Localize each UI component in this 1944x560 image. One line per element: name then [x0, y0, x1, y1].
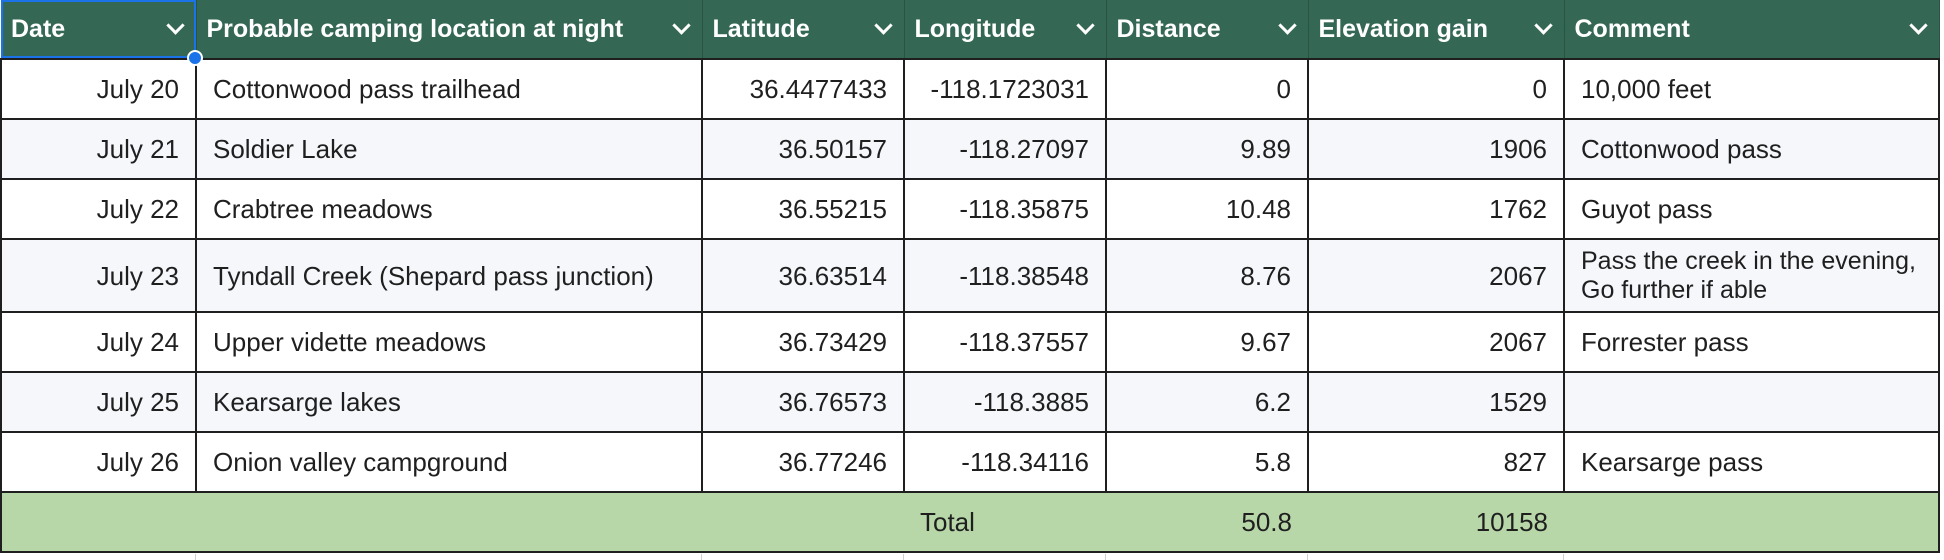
header-date[interactable]: Date: [1, 0, 197, 60]
table-row: July 20 Cottonwood pass trailhead 36.447…: [0, 58, 1940, 120]
gridline: [1105, 554, 1106, 560]
cell-comment[interactable]: Cottonwood pass: [1563, 118, 1940, 180]
chevron-down-icon[interactable]: [671, 16, 691, 35]
cell-location[interactable]: Kearsarge lakes: [195, 371, 703, 433]
cell-comment[interactable]: Guyot pass: [1563, 178, 1940, 240]
cell-comment[interactable]: Forrester pass: [1563, 311, 1940, 373]
cell-longitude[interactable]: -118.1723031: [903, 58, 1107, 120]
header-label: Elevation gain: [1318, 14, 1488, 43]
cell-empty[interactable]: [702, 491, 904, 553]
header-label: Longitude: [914, 14, 1036, 43]
cell-distance[interactable]: 10.48: [1105, 178, 1309, 240]
header-label: Distance: [1116, 14, 1221, 43]
cell-comment[interactable]: 10,000 feet: [1563, 58, 1940, 120]
total-label[interactable]: Total: [904, 491, 1106, 553]
cell-latitude[interactable]: 36.50157: [701, 118, 905, 180]
cell-date[interactable]: July 24: [0, 311, 197, 373]
header-latitude[interactable]: Latitude: [702, 0, 905, 60]
cell-empty[interactable]: [0, 491, 196, 553]
cell-comment[interactable]: Pass the creek in the evening, Go furthe…: [1563, 238, 1940, 313]
cell-elevation[interactable]: 2067: [1307, 238, 1565, 313]
header-label: Date: [11, 14, 66, 43]
header-label: Latitude: [712, 14, 810, 43]
table-row: July 26 Onion valley campground 36.77246…: [0, 431, 1940, 493]
cell-longitude[interactable]: -118.38548: [903, 238, 1107, 313]
gridline: [903, 554, 904, 560]
table-row: July 21 Soldier Lake 36.50157 -118.27097…: [0, 118, 1940, 180]
cell-elevation[interactable]: 0: [1307, 58, 1565, 120]
cell-longitude[interactable]: -118.3885: [903, 371, 1107, 433]
cell-elevation[interactable]: 1906: [1307, 118, 1565, 180]
cell-empty[interactable]: [1564, 491, 1940, 553]
cell-longitude[interactable]: -118.27097: [903, 118, 1107, 180]
gridline: [1307, 554, 1308, 560]
empty-row-gridlines: [0, 554, 1938, 560]
table-row: July 22 Crabtree meadows 36.55215 -118.3…: [0, 178, 1940, 240]
cell-comment[interactable]: [1563, 371, 1940, 433]
header-location[interactable]: Probable camping location at night: [196, 0, 703, 60]
chevron-down-icon[interactable]: [1533, 16, 1553, 35]
cell-location[interactable]: Soldier Lake: [195, 118, 703, 180]
cell-latitude[interactable]: 36.55215: [701, 178, 905, 240]
header-label: Probable camping location at night: [206, 14, 624, 43]
cell-latitude[interactable]: 36.77246: [701, 431, 905, 493]
cell-comment[interactable]: Kearsarge pass: [1563, 431, 1940, 493]
cell-elevation[interactable]: 1529: [1307, 371, 1565, 433]
cell-longitude[interactable]: -118.37557: [903, 311, 1107, 373]
cell-distance[interactable]: 9.67: [1105, 311, 1309, 373]
total-distance[interactable]: 50.8: [1106, 491, 1308, 553]
header-distance[interactable]: Distance: [1106, 0, 1309, 60]
cell-date[interactable]: July 25: [0, 371, 197, 433]
table-row: July 24 Upper vidette meadows 36.73429 -…: [0, 311, 1940, 373]
header-label: Comment: [1574, 14, 1690, 43]
cell-location[interactable]: Cottonwood pass trailhead: [195, 58, 703, 120]
chevron-down-icon[interactable]: [873, 16, 893, 35]
cell-latitude[interactable]: 36.63514: [701, 238, 905, 313]
cell-elevation[interactable]: 2067: [1307, 311, 1565, 373]
cell-date[interactable]: July 21: [0, 118, 197, 180]
cell-location[interactable]: Tyndall Creek (Shepard pass junction): [195, 238, 703, 313]
cell-date[interactable]: July 23: [0, 238, 197, 313]
cell-latitude[interactable]: 36.4477433: [701, 58, 905, 120]
trip-table: Date Probable camping location at night …: [0, 0, 1940, 553]
chevron-down-icon[interactable]: [1908, 16, 1928, 35]
selection-handle[interactable]: [187, 50, 203, 66]
header-elevation[interactable]: Elevation gain: [1308, 0, 1565, 60]
total-elevation[interactable]: 10158: [1308, 491, 1564, 553]
cell-location[interactable]: Onion valley campground: [195, 431, 703, 493]
cell-distance[interactable]: 6.2: [1105, 371, 1309, 433]
spreadsheet: Date Probable camping location at night …: [0, 0, 1944, 560]
gridline: [195, 554, 196, 560]
cell-date[interactable]: July 22: [0, 178, 197, 240]
cell-date[interactable]: July 26: [0, 431, 197, 493]
table-row: July 25 Kearsarge lakes 36.76573 -118.38…: [0, 371, 1940, 433]
cell-distance[interactable]: 8.76: [1105, 238, 1309, 313]
table-row: July 23 Tyndall Creek (Shepard pass junc…: [0, 238, 1940, 313]
cell-elevation[interactable]: 1762: [1307, 178, 1565, 240]
cell-location[interactable]: Crabtree meadows: [195, 178, 703, 240]
header-comment[interactable]: Comment: [1564, 0, 1940, 60]
header-row: Date Probable camping location at night …: [1, 0, 1940, 60]
cell-distance[interactable]: 5.8: [1105, 431, 1309, 493]
cell-latitude[interactable]: 36.73429: [701, 311, 905, 373]
cell-longitude[interactable]: -118.35875: [903, 178, 1107, 240]
chevron-down-icon[interactable]: [1277, 16, 1297, 35]
chevron-down-icon[interactable]: [165, 16, 185, 35]
cell-distance[interactable]: 9.89: [1105, 118, 1309, 180]
cell-date[interactable]: July 20: [0, 58, 197, 120]
cell-latitude[interactable]: 36.76573: [701, 371, 905, 433]
gridline: [1563, 554, 1564, 560]
cell-empty[interactable]: [196, 491, 702, 553]
cell-distance[interactable]: 0: [1105, 58, 1309, 120]
gridline: [701, 554, 702, 560]
cell-longitude[interactable]: -118.34116: [903, 431, 1107, 493]
cell-location[interactable]: Upper vidette meadows: [195, 311, 703, 373]
cell-elevation[interactable]: 827: [1307, 431, 1565, 493]
total-row: Total 50.8 10158: [0, 491, 1940, 553]
header-longitude[interactable]: Longitude: [904, 0, 1107, 60]
chevron-down-icon[interactable]: [1075, 16, 1095, 35]
